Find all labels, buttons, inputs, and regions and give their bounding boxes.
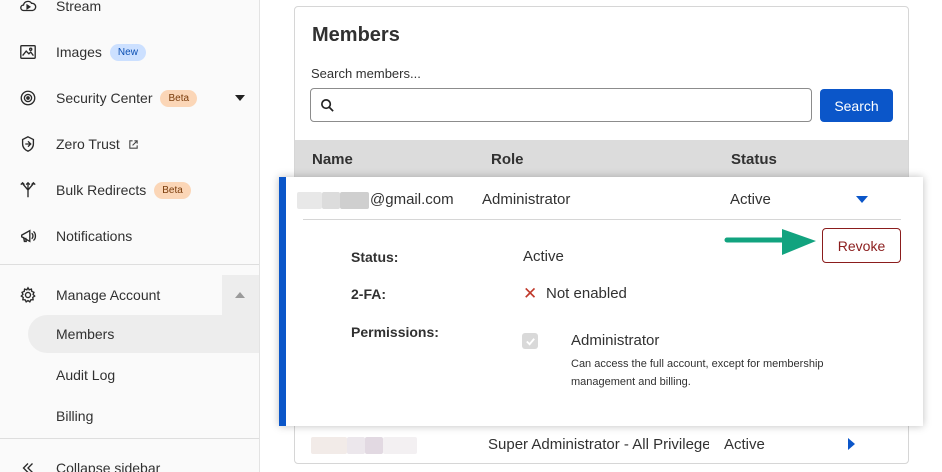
row-divider: [303, 219, 901, 220]
expand-row-icon[interactable]: [848, 438, 855, 450]
bulk-redirects-icon: [18, 180, 38, 200]
permission-checkbox[interactable]: [522, 333, 538, 349]
sidebar-divider: [0, 438, 259, 439]
collapse-sidebar-button[interactable]: Collapse sidebar: [0, 448, 259, 472]
external-link-icon: [129, 139, 138, 149]
redacted-email: [322, 192, 340, 209]
status-value: Active: [523, 248, 564, 265]
sidebar-item-label: Zero Trust: [56, 136, 120, 152]
beta-badge: Beta: [154, 181, 191, 199]
redacted-email: [365, 437, 383, 454]
redacted-email: [347, 437, 365, 454]
search-label: Search members...: [311, 66, 421, 81]
chevron-down-icon[interactable]: [235, 95, 245, 101]
sidebar-subitem-label: Audit Log: [56, 367, 116, 383]
sidebar-item-label: Images: [56, 44, 102, 60]
page-title: Members: [312, 24, 400, 46]
x-icon: ✕: [523, 284, 538, 303]
sidebar-item-security-center[interactable]: Security Center Beta: [0, 78, 259, 118]
member-status: Active: [724, 436, 765, 453]
sidebar-item-label: Security Center: [56, 90, 153, 106]
member-email: @gmail.com: [370, 191, 454, 208]
sidebar-subitem-audit-log[interactable]: Audit Log: [28, 356, 259, 394]
beta-badge: Beta: [160, 89, 198, 107]
sidebar-subitem-members[interactable]: Members: [28, 315, 259, 353]
chevron-up-icon[interactable]: [235, 292, 245, 298]
search-field[interactable]: [310, 88, 812, 122]
permission-title: Administrator: [571, 332, 660, 349]
sidebar-item-bulk-redirects[interactable]: Bulk Redirects Beta: [0, 170, 259, 210]
sidebar-item-label: Manage Account: [56, 287, 161, 303]
permission-description: Can access the full account, except for …: [571, 358, 824, 388]
twofa-value: Not enabled: [546, 285, 627, 302]
sidebar-item-label: Stream: [56, 0, 102, 14]
member-status: Active: [730, 191, 771, 208]
new-badge: New: [109, 43, 146, 61]
search-input[interactable]: [341, 91, 807, 119]
sidebar-item-notifications[interactable]: Notifications: [0, 216, 259, 256]
sidebar-item-images[interactable]: Images New: [0, 32, 259, 72]
column-header-status[interactable]: Status: [731, 151, 777, 168]
redacted-email: [340, 192, 369, 209]
sidebar-subitem-label: Members: [56, 326, 115, 342]
twofa-label: 2-FA:: [351, 286, 386, 302]
redacted-email: [383, 437, 417, 454]
sidebar-subitem-billing[interactable]: Billing: [28, 397, 259, 435]
zero-trust-icon: [18, 134, 38, 154]
column-header-role[interactable]: Role: [491, 151, 524, 168]
permissions-label: Permissions:: [351, 324, 439, 340]
gear-icon: [18, 285, 38, 305]
security-center-icon: [18, 88, 38, 108]
status-label: Status:: [351, 249, 399, 265]
images-icon: [18, 42, 38, 62]
table-header: [295, 140, 908, 180]
collapse-sidebar-label: Collapse sidebar: [56, 460, 161, 472]
revoke-button[interactable]: Revoke: [822, 228, 901, 263]
member-role: Administrator: [482, 191, 571, 208]
check-icon: [525, 337, 535, 346]
sidebar-item-manage-account[interactable]: Manage Account: [0, 275, 259, 315]
search-icon: [321, 99, 334, 112]
sidebar-item-label: Bulk Redirects: [56, 182, 147, 198]
sidebar-item-stream[interactable]: Stream: [0, 0, 259, 26]
sidebar-subitem-label: Billing: [56, 408, 94, 424]
member-role: Super Administrator - All Privileges: [488, 436, 709, 453]
notifications-icon: [18, 226, 38, 246]
collapse-row-icon[interactable]: [856, 196, 868, 203]
sidebar-item-label: Notifications: [56, 228, 133, 244]
selected-row-indicator: [279, 177, 286, 426]
sidebar-item-zero-trust[interactable]: Zero Trust: [0, 124, 259, 164]
redacted-email: [297, 192, 322, 209]
double-chevron-left-icon: [18, 458, 38, 472]
sidebar-divider: [0, 264, 259, 265]
column-header-name[interactable]: Name: [312, 151, 353, 168]
search-button[interactable]: Search: [820, 89, 893, 122]
annotation-arrow-icon: [724, 229, 816, 255]
redacted-email: [311, 437, 347, 454]
stream-cloud-icon: [18, 0, 38, 16]
